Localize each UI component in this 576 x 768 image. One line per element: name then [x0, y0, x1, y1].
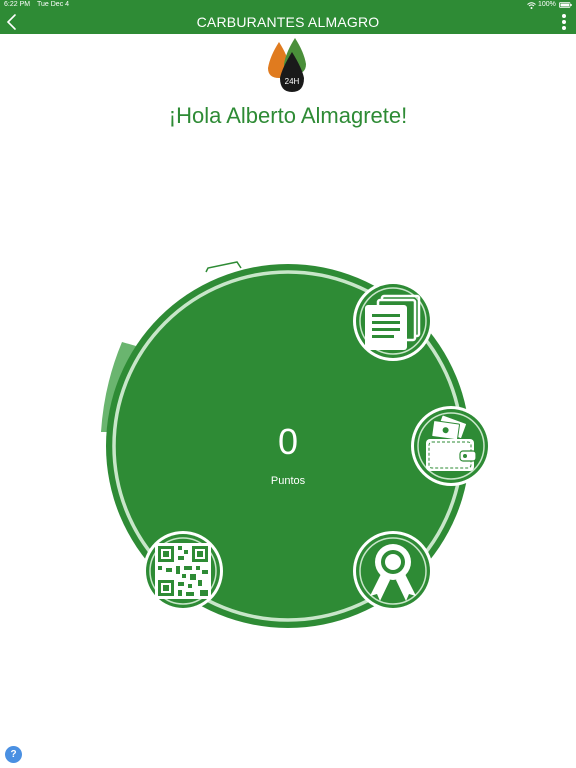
points-value: 0 [277, 421, 299, 462]
wheel-tab [205, 261, 242, 273]
award-ribbon-icon [353, 531, 433, 611]
qr-code-button[interactable] [142, 530, 224, 612]
help-button[interactable]: ? [5, 746, 22, 763]
wallet-button[interactable] [410, 405, 492, 487]
documents-icon [353, 281, 433, 361]
wallet-icon [411, 406, 491, 486]
rewards-button[interactable] [352, 530, 434, 612]
qr-code-icon [143, 531, 223, 611]
points-label: Puntos [270, 475, 306, 487]
documents-button[interactable] [352, 280, 434, 362]
points-wheel [101, 261, 470, 628]
